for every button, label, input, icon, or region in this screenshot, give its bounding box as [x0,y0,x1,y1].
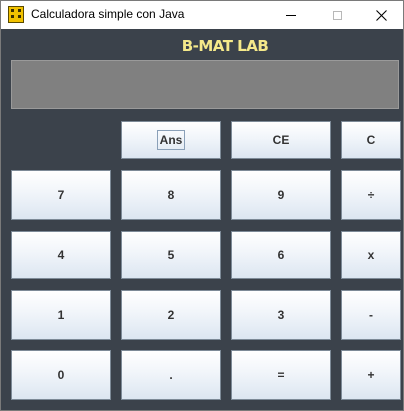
digit-6-button[interactable]: 6 [231,231,331,279]
calculator-window: Calculadora simple con Java B-MAT LAB An… [0,0,404,411]
title-bar[interactable]: Calculadora simple con Java [1,1,403,29]
brand-label: B-MAT LAB [181,37,269,55]
calculator-icon [8,6,24,23]
clear-entry-label: CE [272,133,290,147]
digit-0-button[interactable]: 0 [11,350,111,400]
digit-0-label: 0 [57,368,65,382]
digit-4-button[interactable]: 4 [11,231,111,279]
decimal-label: . [169,368,173,382]
equals-label: = [277,368,285,382]
result-display [11,60,399,109]
window-title: Calculadora simple con Java [31,7,185,21]
close-button[interactable] [358,1,403,29]
minimize-icon [286,14,296,16]
maximize-button[interactable] [314,1,360,29]
multiply-button[interactable]: x [341,231,401,279]
clear-entry-button[interactable]: CE [231,121,331,159]
equals-button[interactable]: = [231,350,331,400]
maximize-icon [332,10,342,20]
multiply-label: x [367,248,375,262]
digit-5-button[interactable]: 5 [121,231,221,279]
digit-6-label: 6 [277,248,285,262]
digit-9-button[interactable]: 9 [231,170,331,220]
minimize-button[interactable] [268,1,314,29]
calculator-panel: B-MAT LAB Ans CE C 7 8 9 ÷ 4 5 6 x 1 2 3… [1,29,403,410]
clear-button[interactable]: C [341,121,401,159]
divide-label: ÷ [367,188,375,202]
digit-2-button[interactable]: 2 [121,290,221,340]
ans-button[interactable]: Ans [121,121,221,159]
digit-5-label: 5 [167,248,175,262]
digit-4-label: 4 [57,248,65,262]
digit-7-label: 7 [57,188,65,202]
digit-3-button[interactable]: 3 [231,290,331,340]
digit-2-label: 2 [167,308,175,322]
subtract-label: - [369,308,373,322]
clear-label: C [366,133,376,147]
add-label: + [367,368,375,382]
close-icon [375,9,387,21]
digit-8-label: 8 [167,188,175,202]
add-button[interactable]: + [341,350,401,400]
digit-9-label: 9 [277,188,285,202]
digit-8-button[interactable]: 8 [121,170,221,220]
digit-3-label: 3 [277,308,285,322]
digit-1-label: 1 [57,308,65,322]
divide-button[interactable]: ÷ [341,170,401,220]
digit-7-button[interactable]: 7 [11,170,111,220]
digit-1-button[interactable]: 1 [11,290,111,340]
decimal-button[interactable]: . [121,350,221,400]
subtract-button[interactable]: - [341,290,401,340]
ans-button-label: Ans [156,130,186,150]
